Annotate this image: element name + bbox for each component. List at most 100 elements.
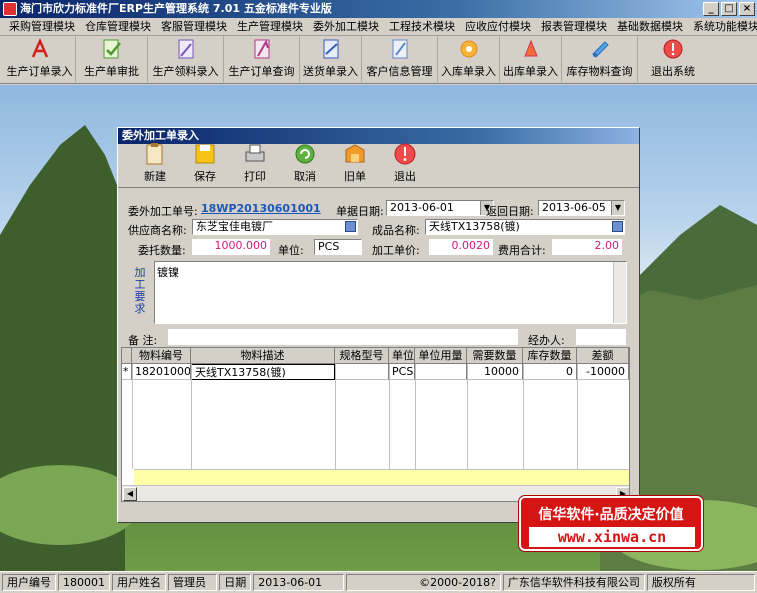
toolbar-order-query-button[interactable]: 生产订单查询 — [224, 36, 300, 82]
product-field[interactable]: 天线TX13758(镀) — [425, 219, 625, 235]
grid-header-cell[interactable]: 物料描述 — [191, 348, 335, 364]
doc-date-label: 单据日期: — [336, 205, 384, 218]
supplier-label: 供应商名称: — [128, 224, 187, 237]
materials-grid: 物料编号 物料描述 规格型号 单位 单位用量 需要数量 库存数量 差额 * 18… — [121, 347, 630, 502]
toolbar-customer-button[interactable]: 客户信息管理 — [362, 36, 438, 82]
grid-cell[interactable]: 天线TX13758(镀) — [191, 364, 335, 380]
remark-field[interactable] — [168, 329, 518, 345]
old-order-button[interactable]: 旧单 — [330, 144, 380, 187]
status-date: 2013-06-01 — [253, 574, 344, 591]
toolbar-approve-button[interactable]: 生产单审批 — [76, 36, 148, 82]
order-no-label: 委外加工单号: — [128, 205, 198, 218]
main-toolbar: 生产订单录入 生产单审批 生产领料录入 生产订单查询 送货单录入 客户信息管理 … — [0, 36, 757, 84]
menu-warehouse[interactable]: 仓库管理模块 — [80, 18, 156, 36]
grid-cell[interactable]: 0 — [523, 364, 577, 380]
grid-header-cell[interactable]: 单位用量 — [415, 348, 467, 364]
cancel-button[interactable]: 取消 — [280, 144, 330, 187]
window-title: 海门市欣力标准件厂ERP生产管理系统 7.01 五金标准件专业版 — [20, 2, 332, 15]
order-form: 委外加工单号: 18WP20130601001 单据日期: 2013-06-01… — [118, 189, 639, 347]
status-bar: 用户编号 180001 用户姓名 管理员 日期 2013-06-01 ©2000… — [0, 571, 757, 593]
toolbar-inventory-button[interactable]: 库存物料查询 — [562, 36, 638, 82]
product-label: 成品名称: — [372, 224, 420, 237]
title-bar: 海门市欣力标准件厂ERP生产管理系统 7.01 五金标准件专业版 _ □ × — [0, 0, 757, 18]
new-icon — [143, 142, 167, 166]
chevron-down-icon[interactable]: ▼ — [611, 201, 624, 215]
grid-cell[interactable]: PCS — [389, 364, 415, 380]
query-icon — [251, 38, 273, 60]
handler-label: 经办人: — [528, 334, 565, 347]
minimize-button[interactable]: _ — [703, 2, 719, 16]
menu-base-data[interactable]: 基础数据模块 — [612, 18, 688, 36]
save-button[interactable]: 保存 — [180, 144, 230, 187]
grid-header-cell[interactable]: 需要数量 — [467, 348, 523, 364]
order-no-link[interactable]: 18WP20130601001 — [198, 202, 324, 218]
status-user-name-label: 用户姓名 — [112, 574, 166, 591]
toolbar-inbound-button[interactable]: 入库单录入 — [438, 36, 500, 82]
print-icon — [243, 142, 267, 166]
lookup-icon[interactable] — [345, 221, 356, 232]
unit-label: 单位: — [278, 244, 304, 257]
table-row[interactable]: * 1820100002 天线TX13758(镀) PCS 10000 0 -1… — [122, 364, 629, 380]
grid-cell[interactable] — [415, 364, 467, 380]
maximize-button[interactable]: □ — [721, 2, 737, 16]
grid-header-cell[interactable]: 库存数量 — [523, 348, 577, 364]
qty-label: 委托数量: — [138, 244, 186, 257]
grid-cell[interactable]: 10000 — [467, 364, 523, 380]
outbound-icon — [520, 38, 542, 60]
doc-date-picker[interactable]: 2013-06-01 ▼ — [386, 200, 494, 216]
grid-cell[interactable]: 1820100002 — [132, 364, 191, 380]
toolbar-outbound-button[interactable]: 出库单录入 — [500, 36, 562, 82]
grid-header-cell[interactable]: 物料编号 — [132, 348, 191, 364]
cancel-icon — [293, 142, 317, 166]
handler-field[interactable] — [576, 329, 626, 345]
unit-field[interactable]: PCS — [314, 239, 362, 255]
grid-header-cell[interactable]: 差额 — [577, 348, 629, 364]
delivery-icon — [320, 38, 342, 60]
menu-production[interactable]: 生产管理模块 — [232, 18, 308, 36]
approve-icon — [101, 38, 123, 60]
toolbar-exit-button[interactable]: 退出系统 — [638, 36, 708, 82]
toolbar-order-entry-button[interactable]: 生产订单录入 — [4, 36, 76, 82]
material-icon — [175, 38, 197, 60]
lookup-icon[interactable] — [612, 221, 623, 232]
menu-engineering[interactable]: 工程技术模块 — [384, 18, 460, 36]
new-button[interactable]: 新建 — [130, 142, 180, 187]
menu-accounts[interactable]: 应收应付模块 — [460, 18, 536, 36]
grid-header: 物料编号 物料描述 规格型号 单位 单位用量 需要数量 库存数量 差额 — [122, 348, 629, 364]
grid-header-cell — [122, 348, 132, 364]
save-icon — [193, 142, 217, 166]
grid-header-cell[interactable]: 规格型号 — [335, 348, 389, 364]
grid-cell[interactable]: -10000 — [577, 364, 629, 380]
menu-purchase[interactable]: 采购管理模块 — [4, 18, 80, 36]
menu-reports[interactable]: 报表管理模块 — [536, 18, 612, 36]
menu-customer-service[interactable]: 客服管理模块 — [156, 18, 232, 36]
status-company: 广东信华软件科技有限公司 — [502, 574, 645, 591]
exit-icon — [662, 38, 684, 60]
menu-system[interactable]: 系统功能模块 — [688, 18, 757, 36]
exit-icon — [393, 142, 417, 166]
return-date-picker[interactable]: 2013-06-05 ▼ — [538, 200, 625, 216]
close-button[interactable]: × — [739, 2, 755, 16]
scroll-left-icon[interactable]: ◀ — [123, 487, 137, 501]
cost-field[interactable]: 2.00 — [552, 239, 622, 255]
toolbar-delivery-button[interactable]: 送货单录入 — [300, 36, 362, 82]
row-indicator: * — [122, 364, 132, 380]
remark-label: 备 注: — [128, 334, 158, 347]
qty-field[interactable]: 1000.000 — [192, 239, 270, 255]
price-field[interactable]: 0.0020 — [429, 239, 493, 255]
supplier-field[interactable]: 东芝宝佳电镀厂 — [192, 219, 358, 235]
toolbar-material-button[interactable]: 生产领料录入 — [148, 36, 224, 82]
grid-cell[interactable] — [335, 364, 389, 380]
price-label: 加工单价: — [372, 244, 420, 257]
print-button[interactable]: 打印 — [230, 144, 280, 187]
watermark-slogan: 信华软件·品质决定价值 — [538, 507, 684, 523]
requirements-textarea[interactable]: 镀镍 — [154, 261, 627, 324]
exit-button[interactable]: 退出 — [380, 142, 430, 187]
menu-outsourcing[interactable]: 委外加工模块 — [308, 18, 384, 36]
vertical-scrollbar[interactable] — [613, 262, 626, 323]
brand-watermark: 信华软件·品质决定价值 www.xinwa.cn — [519, 496, 703, 551]
status-date-label: 日期 — [219, 574, 252, 591]
grid-header-cell[interactable]: 单位 — [389, 348, 415, 364]
return-date-label: 返回日期: — [486, 205, 534, 218]
child-toolbar: 新建 保存 打印 取消 旧单 退出 — [118, 142, 639, 188]
